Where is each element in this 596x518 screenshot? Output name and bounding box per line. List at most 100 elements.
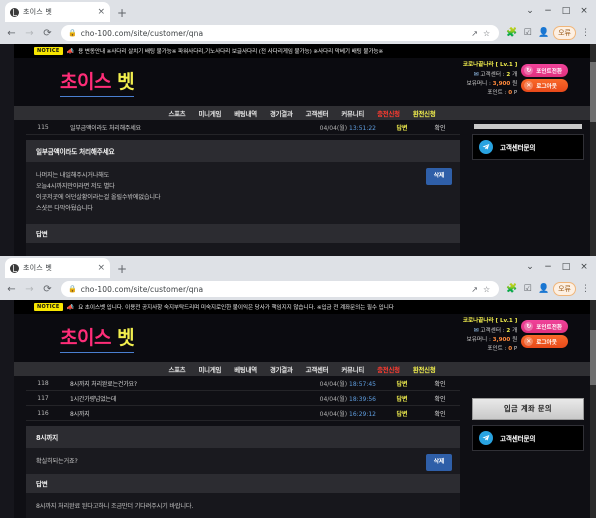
telegram-cs-button-1[interactable]: 고객센터문의 (472, 134, 584, 160)
minimize-button[interactable]: − (539, 3, 557, 18)
nav-item-deposit[interactable]: 충전신청 (377, 365, 400, 374)
user-info-box-1: 코로나끝나라 [ Lv.1 ] ✉ 고객센터 : 2 개 보유머니 : 3,90… (463, 60, 568, 98)
nav-item-results[interactable]: 경기결과 (270, 365, 293, 374)
logo-part1: 초이스 (60, 327, 111, 349)
nav-item-minigame[interactable]: 미니게임 (199, 109, 222, 118)
nav-item-minigame[interactable]: 미니게임 (199, 365, 222, 374)
point-label: 포인트 : (487, 346, 507, 352)
nav-item-results[interactable]: 경기결과 (270, 109, 293, 118)
profile-avatar-icon[interactable]: 👤 (537, 28, 550, 38)
page-scrollbar-1[interactable] (590, 44, 596, 258)
site-logo-1[interactable]: 초이스 벳 (60, 67, 135, 97)
row-title[interactable]: 일부금액이라도 처리해주세요 (60, 123, 290, 132)
bookmark-star-icon[interactable]: ☆ (483, 285, 490, 294)
envelope-icon: ✉ (473, 327, 479, 334)
detail-title: 8시까지 (26, 426, 460, 448)
profile-status-pill[interactable]: 오류 (553, 26, 576, 40)
right-panel-2: 입금 계좌 문의 고객센터문의 (468, 376, 590, 518)
back-icon[interactable]: ← (4, 26, 19, 41)
browser-menu-icon[interactable]: ⋮ (579, 28, 592, 38)
row-title[interactable]: 8시까지 처리완료는건가요? (60, 379, 290, 388)
tab-close-icon[interactable]: × (97, 7, 105, 17)
nav-item-community[interactable]: 커뮤니티 (341, 365, 364, 374)
nav-item-betting-history[interactable]: 베팅내역 (234, 109, 257, 118)
detail-line: 오늘4시까지만이라면 저도 별다 (36, 183, 115, 190)
row-title[interactable]: 1시간가량넘었는데 (60, 394, 290, 403)
table-row[interactable]: 118 8시까지 처리완료는건가요? 04/04(월) 18:57:45 답변 … (26, 376, 460, 391)
nav-item-withdraw[interactable]: 환전신청 (413, 365, 436, 374)
qna-content-2: 118 8시까지 처리완료는건가요? 04/04(월) 18:57:45 답변 … (14, 376, 468, 518)
close-window-button[interactable]: × (575, 3, 593, 18)
row-time-text: 18:57:45 (349, 380, 376, 388)
extensions-icon[interactable]: 🧩 (505, 28, 518, 38)
logout-button[interactable]: ✕ 로그아웃 (521, 79, 568, 92)
address-bar[interactable]: 🔒 cho-100.com/site/customer/qna ↗ ☆ (61, 281, 500, 297)
table-row[interactable]: 116 8시까지 04/04(월) 16:29:12 답변 확인 (26, 406, 460, 421)
deposit-account-inquiry-button[interactable]: 입금 계좌 문의 (472, 398, 584, 420)
point-convert-button[interactable]: ↻ 포인트전환 (521, 64, 568, 77)
nav-item-withdraw[interactable]: 환전신청 (413, 109, 436, 118)
delete-button[interactable]: 삭제 (425, 454, 452, 471)
money-line: 보유머니 : 3,900 원 (463, 336, 518, 345)
site-logo-2[interactable]: 초이스 벳 (60, 323, 135, 353)
site-header-1: 초이스 벳 코로나끝나라 [ Lv.1 ] ✉ 고객센터 : 2 개 보유머니 … (14, 58, 590, 106)
maximize-button[interactable]: □ (557, 259, 575, 274)
nav-item-sports[interactable]: 스포츠 (168, 365, 185, 374)
nav-item-community[interactable]: 커뮤니티 (341, 109, 364, 118)
browser-tab-2[interactable]: 초이스 벳 × (5, 258, 110, 278)
profile-avatar-icon[interactable]: 👤 (537, 284, 550, 294)
bookmark-star-icon[interactable]: ☆ (483, 29, 490, 38)
forward-icon[interactable]: → (22, 282, 37, 297)
nav-item-customer-center[interactable]: 고객센터 (306, 365, 329, 374)
browser-menu-icon[interactable]: ⋮ (579, 284, 592, 294)
detail-body: 삭제 확실히되는거죠? (26, 448, 460, 474)
point-convert-label: 포인트전환 (536, 324, 562, 331)
minimize-button[interactable]: − (539, 259, 557, 274)
table-row[interactable]: 115 일부금액이라도 처리해주세요 04/04(월) 13:51:22 답변 … (26, 120, 460, 135)
side-panel-icon[interactable]: ☑ (521, 284, 534, 294)
tab-title: 초이스 벳 (23, 264, 52, 272)
point-line: 포인트 : 0 P (463, 345, 517, 354)
tab-close-icon[interactable]: × (97, 263, 105, 273)
qna-detail-1: 일부금액이라도 처리해주세요 삭제 나머지는 내일해주시거나해도 오늘4시까지만… (26, 140, 460, 258)
close-window-button[interactable]: × (575, 259, 593, 274)
nav-item-sports[interactable]: 스포츠 (168, 109, 185, 118)
profile-status-pill[interactable]: 오류 (553, 282, 576, 296)
telegram-cs-button-2[interactable]: 고객센터문의 (472, 425, 584, 451)
envelope-icon: ✉ (473, 71, 479, 78)
side-panel-icon[interactable]: ☑ (521, 28, 534, 38)
page-scrollbar-2[interactable] (590, 300, 596, 518)
cs-count-line: ✉ 고객센터 : 2 개 (463, 70, 518, 80)
logout-button[interactable]: ✕ 로그아웃 (521, 335, 568, 348)
nav-item-betting-history[interactable]: 베팅내역 (234, 365, 257, 374)
point-convert-button[interactable]: ↻ 포인트전환 (521, 320, 568, 333)
money-unit: 원 (512, 337, 518, 343)
row-title[interactable]: 8시까지 (60, 409, 290, 418)
logout-label: 로그아웃 (536, 339, 557, 346)
logo-part1: 초이스 (60, 71, 111, 93)
tab-search-icon[interactable]: ⌄ (521, 259, 539, 274)
back-icon[interactable]: ← (4, 282, 19, 297)
maximize-button[interactable]: □ (557, 3, 575, 18)
logo-part2: 벳 (117, 71, 135, 93)
nav-item-deposit[interactable]: 충전신청 (377, 109, 400, 118)
extensions-icon[interactable]: 🧩 (505, 284, 518, 294)
share-icon[interactable]: ↗ (471, 285, 478, 294)
browser-tab-1[interactable]: 초이스 벳 × (5, 2, 110, 22)
table-row[interactable]: 117 1시간가량넘었는데 04/04(월) 18:39:56 답변 확인 (26, 391, 460, 406)
forward-icon[interactable]: → (22, 26, 37, 41)
telegram-cs-label: 고객센터문의 (500, 435, 536, 443)
tab-search-icon[interactable]: ⌄ (521, 3, 539, 18)
delete-button[interactable]: 삭제 (425, 168, 452, 185)
reload-icon[interactable]: ⟳ (40, 282, 55, 297)
reload-icon[interactable]: ⟳ (40, 26, 55, 41)
row-state: 확인 (434, 410, 446, 418)
address-bar[interactable]: 🔒 cho-100.com/site/customer/qna ↗ ☆ (61, 25, 500, 41)
new-tab-button[interactable]: + (117, 263, 127, 275)
scrollbar-thumb[interactable] (590, 330, 596, 385)
scrollbar-thumb[interactable] (590, 62, 596, 122)
share-icon[interactable]: ↗ (471, 29, 478, 38)
new-tab-button[interactable]: + (117, 7, 127, 19)
nav-item-customer-center[interactable]: 고객센터 (306, 109, 329, 118)
row-state: 확인 (434, 124, 446, 132)
